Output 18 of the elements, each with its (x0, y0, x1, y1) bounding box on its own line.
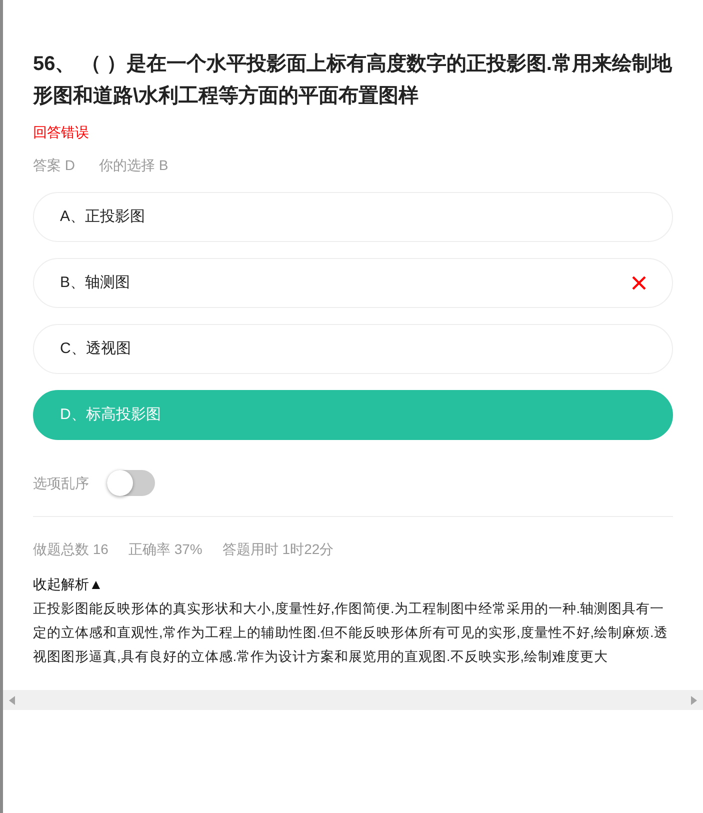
shuffle-toggle[interactable] (107, 470, 155, 496)
result-text: 回答错误 (33, 123, 90, 142)
horizontal-scrollbar[interactable] (3, 690, 703, 710)
your-choice-text: 你的选择 B (99, 156, 168, 175)
answer-text: 答案 D (33, 156, 75, 175)
scroll-right-icon[interactable] (691, 696, 697, 704)
answer-option[interactable]: B、轴测图 (33, 258, 673, 308)
analysis-text: 正投影图能反映形体的真实形状和大小,度量性好,作图简便.为工程制图中经常采用的一种.轴测图具有一定的立体感和直观性,常作为工程上的辅助性图.但不能反映形体所有可见的实形,度量性不好,绘制麻烦.透视图图形逼真,具有良好的立体感.常作为设计方案和展览用的直观图.不反映实形,绘制难度更大 (33, 600, 669, 666)
collapse-analysis-link[interactable]: 收起解析▲ (33, 574, 673, 595)
scroll-left-icon[interactable] (9, 696, 15, 704)
answer-option[interactable]: C、透视图 (33, 324, 673, 374)
wrong-cross-icon (632, 276, 646, 290)
answer-option[interactable]: A、正投影图 (33, 192, 673, 242)
question-title: 56、 （ ）是在一个水平投影面上标有高度数字的正投影图.常用来绘制地形图和道路\水利工程等方面的平面布置图样 (33, 52, 673, 109)
stat-text: 做题总数 16 (33, 540, 108, 559)
stat-text: 答题用时 1时22分 (222, 540, 334, 559)
stat-text: 正确率 37% (128, 540, 202, 559)
shuffle-label: 选项乱序 (33, 474, 89, 492)
